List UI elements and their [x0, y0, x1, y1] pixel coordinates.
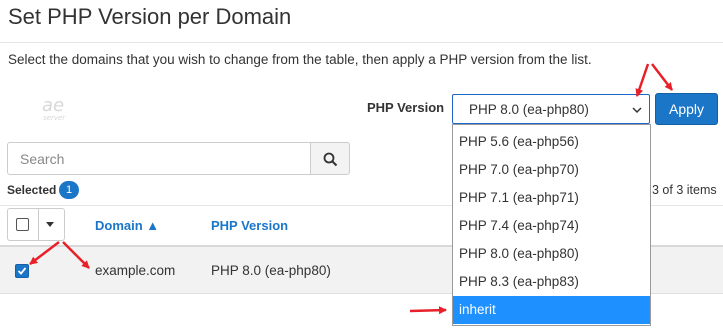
row-domain: example.com [95, 263, 176, 278]
arrow-to-select [635, 63, 650, 97]
dropdown-option-php74[interactable]: PHP 7.4 (ea-php74) [453, 212, 650, 240]
php-version-selected-value: PHP 8.0 (ea-php80) [469, 102, 589, 117]
column-header-php-version[interactable]: PHP Version [211, 218, 288, 233]
item-count: 3 of 3 items [652, 183, 717, 197]
svg-text:ae: ae [42, 95, 64, 116]
dropdown-option-php70[interactable]: PHP 7.0 (ea-php70) [453, 156, 650, 184]
arrow-to-inherit [409, 306, 447, 315]
chevron-down-icon [632, 107, 642, 114]
instructions-text: Select the domains that you wish to chan… [8, 52, 592, 67]
search-icon [323, 152, 338, 167]
selected-label: Selected [7, 183, 57, 197]
php-version-dropdown-list: PHP 5.6 (ea-php56) PHP 7.0 (ea-php70) PH… [452, 124, 651, 326]
page-title: Set PHP Version per Domain [8, 4, 292, 29]
caret-down-icon[interactable] [46, 222, 54, 227]
select-all-control[interactable] [7, 208, 65, 241]
title-divider [0, 42, 723, 43]
php-version-select[interactable]: PHP 8.0 (ea-php80) [452, 94, 650, 124]
dropdown-option-php71[interactable]: PHP 7.1 (ea-php71) [453, 184, 650, 212]
check-icon [17, 267, 27, 275]
php-version-label: PHP Version [367, 100, 445, 115]
dropdown-option-php56[interactable]: PHP 5.6 (ea-php56) [453, 128, 650, 156]
svg-text:server: server [43, 114, 66, 122]
dropdown-option-php83[interactable]: PHP 8.3 (ea-php83) [453, 268, 650, 296]
logo: ae server [42, 95, 66, 122]
search-input[interactable]: Search [7, 142, 311, 175]
select-all-divider [38, 209, 39, 240]
search-placeholder: Search [20, 151, 65, 167]
column-header-domain[interactable]: Domain ▲ [95, 218, 159, 233]
selected-count-badge: 1 [59, 181, 79, 199]
select-all-checkbox[interactable] [16, 218, 29, 231]
search-button[interactable] [310, 142, 350, 175]
dropdown-option-inherit[interactable]: inherit [453, 296, 650, 324]
row-checkbox[interactable] [15, 264, 29, 278]
apply-button[interactable]: Apply [655, 93, 718, 125]
dropdown-option-php80[interactable]: PHP 8.0 (ea-php80) [453, 240, 650, 268]
arrow-to-apply [651, 63, 673, 91]
row-php-version: PHP 8.0 (ea-php80) [211, 263, 331, 278]
